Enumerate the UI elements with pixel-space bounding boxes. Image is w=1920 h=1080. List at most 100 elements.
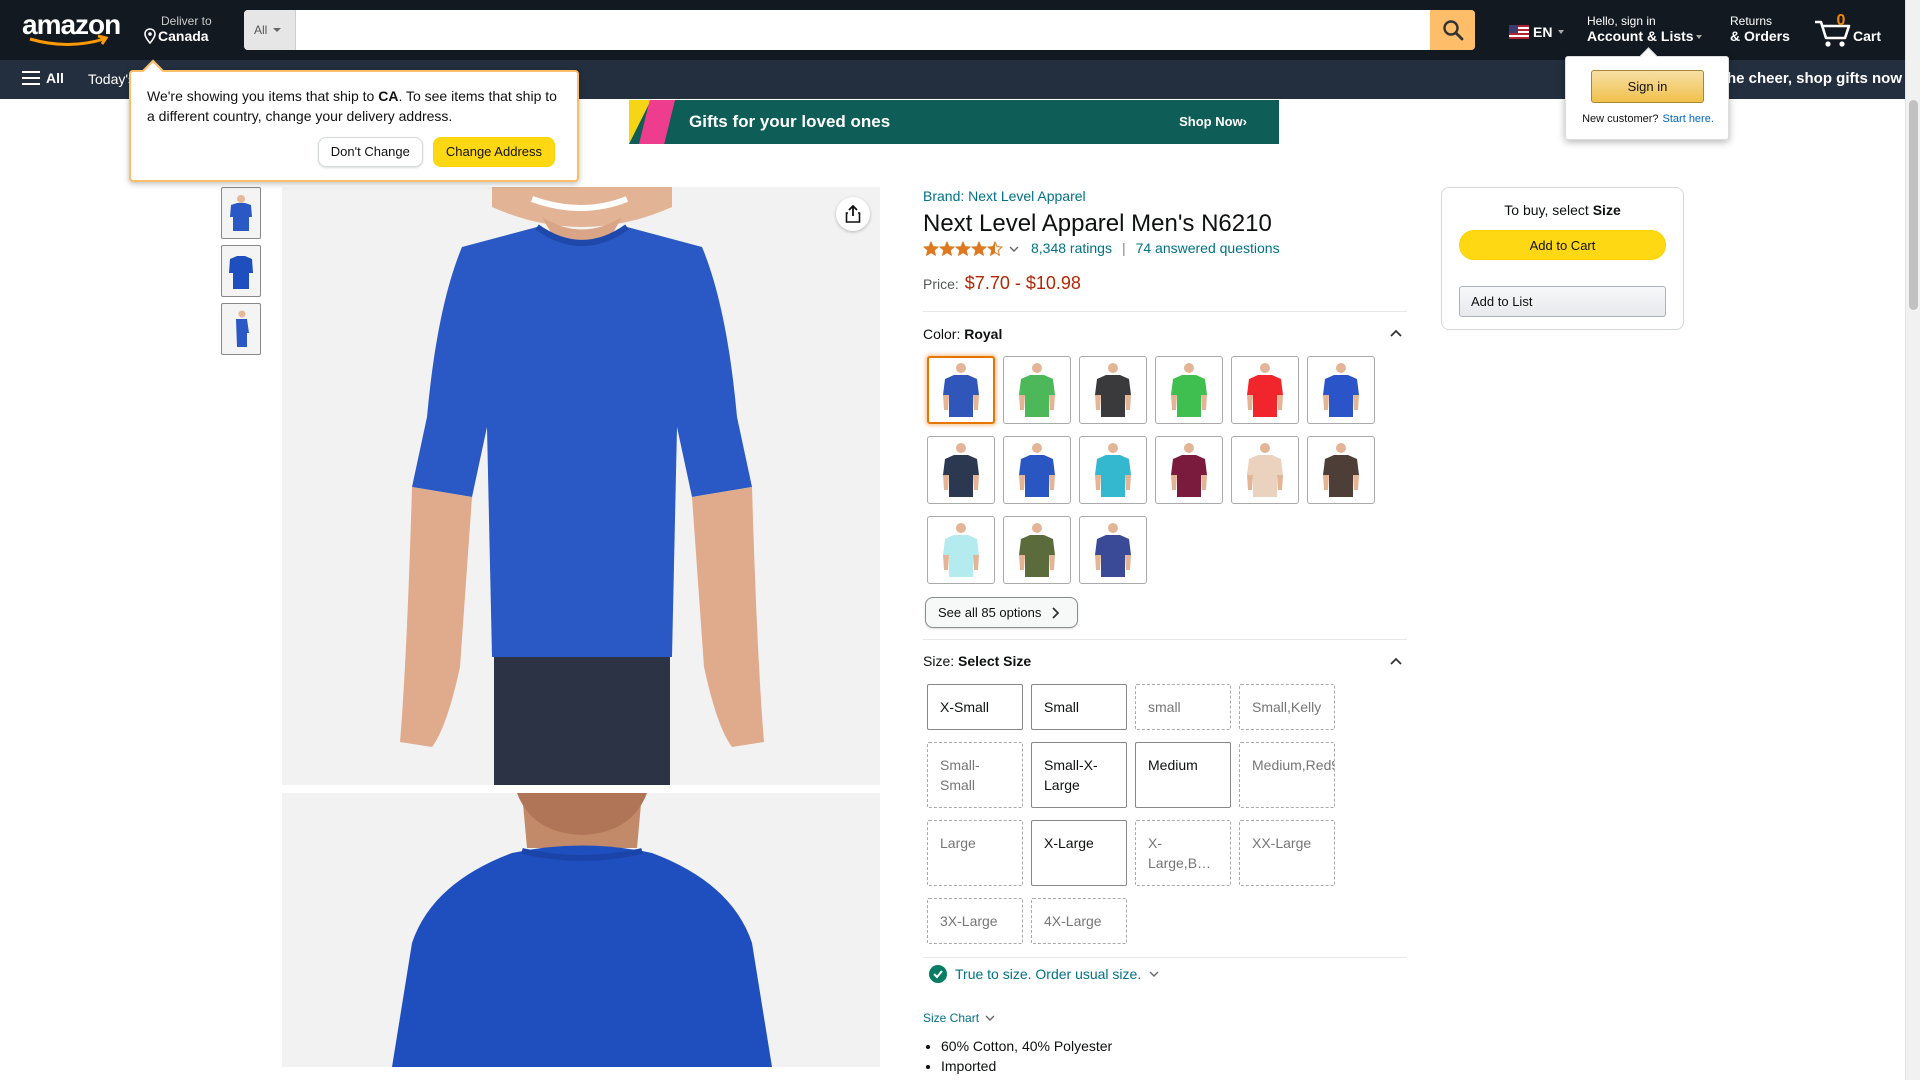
- color-swatch[interactable]: [1003, 516, 1071, 584]
- color-swatch[interactable]: [927, 516, 995, 584]
- ratings-count-link[interactable]: 8,348 ratings: [1031, 240, 1112, 256]
- size-option[interactable]: Small: [1031, 684, 1127, 730]
- page-scrollbar[interactable]: [1905, 0, 1920, 1080]
- bullet-item: 60% Cotton, 40% Polyester: [941, 1036, 1112, 1056]
- color-label: Color: Royal: [923, 326, 1003, 342]
- color-swatch[interactable]: [1003, 356, 1071, 424]
- cart-label: Cart: [1853, 28, 1882, 44]
- amazon-logo[interactable]: amazon: [20, 10, 124, 50]
- color-swatch[interactable]: [1155, 356, 1223, 424]
- size-option[interactable]: small: [1135, 684, 1231, 730]
- start-here-link[interactable]: Start here.: [1663, 113, 1714, 125]
- see-all-options-button[interactable]: See all 85 options: [925, 597, 1078, 628]
- size-option[interactable]: Medium,Red9,Med…: [1239, 742, 1335, 808]
- divider: [923, 311, 1407, 312]
- color-swatch[interactable]: [1079, 516, 1147, 584]
- cart-button[interactable]: 0 Cart: [1813, 12, 1883, 48]
- size-option[interactable]: 4X-Large: [1031, 898, 1127, 944]
- color-swatch[interactable]: [1079, 436, 1147, 504]
- color-swatch[interactable]: [1003, 436, 1071, 504]
- hamburger-menu-icon: [22, 71, 40, 85]
- tshirt-color-icon: [1247, 363, 1283, 417]
- separator: |: [1121, 240, 1126, 256]
- search-department-label: All: [254, 23, 268, 37]
- star-rating[interactable]: [923, 240, 1003, 256]
- scrollbar-thumb[interactable]: [1909, 100, 1918, 310]
- dont-change-button[interactable]: Don't Change: [317, 137, 423, 167]
- add-to-cart-button[interactable]: Add to Cart: [1459, 230, 1666, 260]
- size-option[interactable]: X-Small: [927, 684, 1023, 730]
- search-bar: All: [244, 10, 1475, 50]
- buy-message: To buy, select Size: [1504, 202, 1621, 218]
- star-icon: [939, 240, 955, 256]
- chevron-down-icon: [273, 28, 282, 32]
- fit-info[interactable]: True to size. Order usual size.: [929, 965, 1159, 983]
- all-menu-button[interactable]: All: [22, 70, 64, 86]
- add-to-list-button[interactable]: Add to List: [1459, 286, 1666, 317]
- orders-label: & Orders: [1730, 28, 1790, 44]
- chevron-down-icon[interactable]: [1009, 240, 1019, 256]
- deliver-to[interactable]: Deliver to Canada: [142, 14, 212, 46]
- banner-shop-now[interactable]: Shop Now›: [1179, 114, 1247, 129]
- color-swatch[interactable]: [1307, 356, 1375, 424]
- brand-link[interactable]: Brand: Next Level Apparel: [923, 188, 1086, 204]
- color-swatch[interactable]: [1231, 356, 1299, 424]
- price-row: Price: $7.70 - $10.98: [923, 273, 1081, 294]
- tshirt-model-front-image: [282, 187, 880, 785]
- popover-message: We're showing you items that ship to CA.…: [147, 88, 557, 124]
- tshirt-color-icon: [1171, 363, 1207, 417]
- tshirt-color-icon: [1019, 443, 1055, 497]
- star-icon: [955, 240, 971, 256]
- image-thumbnail[interactable]: [221, 245, 261, 297]
- language-selector[interactable]: EN: [1509, 24, 1565, 40]
- color-swatch[interactable]: [1079, 356, 1147, 424]
- image-thumbnail[interactable]: [221, 303, 261, 355]
- new-customer-row: New customer? Start here.: [1582, 113, 1714, 125]
- account-and-lists[interactable]: Hello, sign in Account & Lists: [1587, 14, 1702, 44]
- size-option[interactable]: XX-Large: [1239, 820, 1335, 886]
- chevron-down-icon: [985, 1015, 995, 1021]
- size-option[interactable]: X-Large,B…: [1135, 820, 1231, 886]
- main-product-image[interactable]: [282, 187, 880, 785]
- search-input[interactable]: [296, 10, 1430, 50]
- returns-and-orders[interactable]: Returns & Orders: [1730, 14, 1790, 44]
- size-chart-link[interactable]: Size Chart: [923, 1011, 995, 1025]
- sign-in-button[interactable]: Sign in: [1591, 70, 1704, 103]
- change-address-button[interactable]: Change Address: [432, 137, 555, 167]
- deliver-label: Deliver to: [161, 14, 212, 28]
- tshirt-color-icon: [1019, 363, 1055, 417]
- see-all-label: See all 85 options: [938, 605, 1042, 620]
- color-swatch[interactable]: [1231, 436, 1299, 504]
- size-option[interactable]: Small,Kelly: [1239, 684, 1335, 730]
- size-option[interactable]: Large: [927, 820, 1023, 886]
- color-swatch[interactable]: [927, 436, 995, 504]
- chevron-down-icon: [1149, 971, 1159, 977]
- star-icon: [971, 240, 987, 256]
- size-option[interactable]: Medium: [1135, 742, 1231, 808]
- product-title: Next Level Apparel Men's N6210: [923, 210, 1272, 237]
- search-department-select[interactable]: All: [244, 10, 296, 50]
- size-option[interactable]: 3X-Large: [927, 898, 1023, 944]
- chevron-up-icon[interactable]: [1390, 329, 1402, 337]
- divider: [923, 639, 1407, 640]
- color-swatch[interactable]: [1155, 436, 1223, 504]
- gifts-banner[interactable]: Gifts for your loved ones Shop Now›: [629, 100, 1279, 144]
- cart-count: 0: [1836, 12, 1846, 29]
- size-option[interactable]: Small-X-Large: [1031, 742, 1127, 808]
- chevron-up-icon[interactable]: [1390, 657, 1402, 665]
- share-icon: [845, 205, 861, 223]
- image-thumbnail[interactable]: [221, 187, 261, 239]
- share-button[interactable]: [836, 197, 870, 231]
- logo-wordmark: amazon: [22, 10, 120, 40]
- search-button[interactable]: [1430, 10, 1475, 50]
- tshirt-color-icon: [943, 443, 979, 497]
- color-swatch[interactable]: [927, 356, 995, 424]
- secondary-product-image[interactable]: [282, 793, 880, 1067]
- tshirt-back-thumbnail: [229, 256, 253, 289]
- color-swatch[interactable]: [1307, 436, 1375, 504]
- language-label: EN: [1533, 24, 1553, 40]
- size-option[interactable]: X-Large: [1031, 820, 1127, 886]
- size-option[interactable]: Small-Small: [927, 742, 1023, 808]
- account-greeting: Hello, sign in: [1587, 14, 1656, 28]
- answered-questions-link[interactable]: 74 answered questions: [1136, 240, 1280, 256]
